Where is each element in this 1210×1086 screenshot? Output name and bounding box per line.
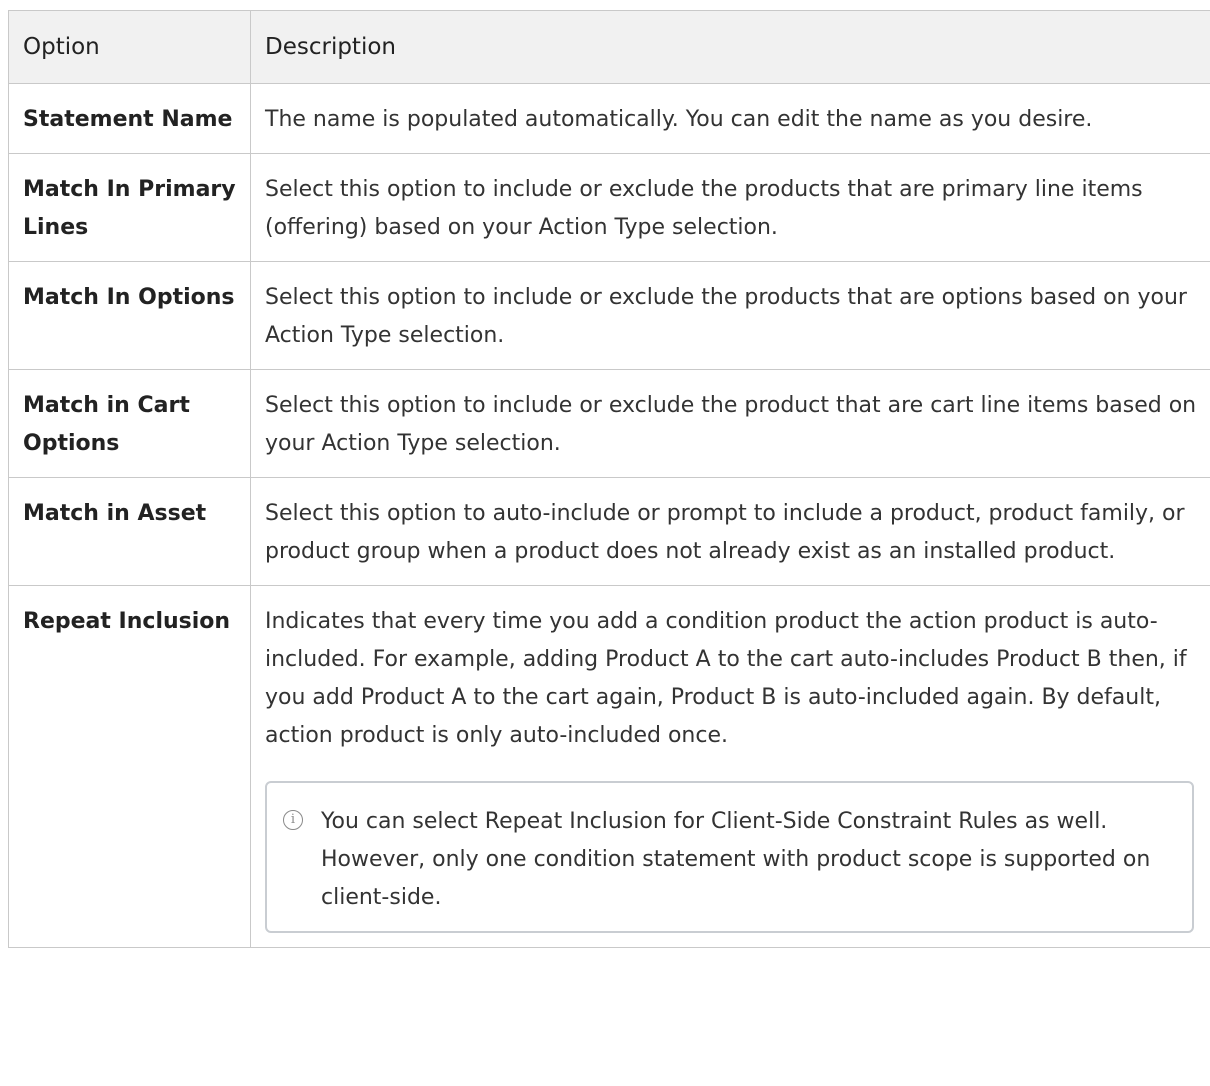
option-cell: Match In Options: [8, 261, 251, 370]
table-row: Match in Asset Select this option to aut…: [8, 477, 1210, 586]
info-note: i You can select Repeat Inclusion for Cl…: [265, 781, 1194, 933]
description-cell: Select this option to auto-include or pr…: [250, 477, 1210, 586]
table-row: Match In Options Select this option to i…: [8, 261, 1210, 370]
table-row: Repeat Inclusion Indicates that every ti…: [8, 585, 1210, 948]
option-column-header: Option: [8, 10, 251, 84]
option-cell: Match In Primary Lines: [8, 153, 251, 262]
option-cell: Match in Cart Options: [8, 369, 251, 478]
description-cell: Select this option to include or exclude…: [250, 153, 1210, 262]
options-table: Option Description Statement Name The na…: [8, 10, 1210, 948]
option-cell: Statement Name: [8, 83, 251, 154]
description-cell: The name is populated automatically. You…: [250, 83, 1210, 154]
option-cell: Repeat Inclusion: [8, 585, 251, 948]
option-cell: Match in Asset: [8, 477, 251, 586]
table-row: Statement Name The name is populated aut…: [8, 83, 1210, 154]
description-cell: Select this option to include or exclude…: [250, 369, 1210, 478]
description-cell: Indicates that every time you add a cond…: [250, 585, 1210, 948]
description-cell: Select this option to include or exclude…: [250, 261, 1210, 370]
table-header-row: Option Description: [8, 10, 1210, 84]
repeat-inclusion-description: Indicates that every time you add a cond…: [265, 609, 1187, 748]
table-row: Match in Cart Options Select this option…: [8, 369, 1210, 478]
info-icon: i: [283, 810, 303, 830]
table-row: Match In Primary Lines Select this optio…: [8, 153, 1210, 262]
info-note-text: You can select Repeat Inclusion for Clie…: [321, 809, 1151, 910]
description-column-header: Description: [250, 10, 1210, 84]
